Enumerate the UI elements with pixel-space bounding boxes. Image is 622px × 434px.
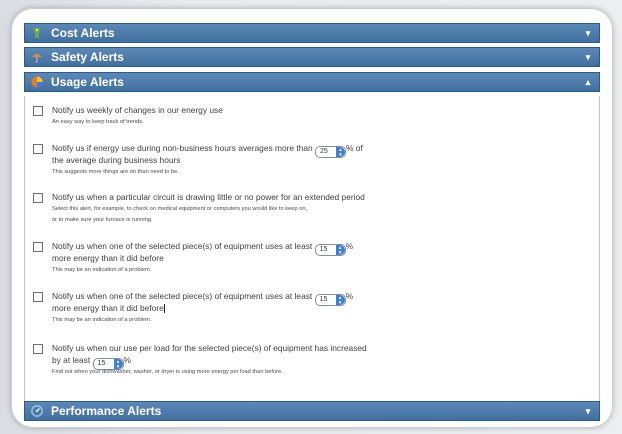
usage-alerts-title: Usage Alerts — [51, 75, 124, 89]
performance-alerts-header[interactable]: Performance Alerts ▾ — [24, 401, 600, 421]
usage-alerts-header[interactable]: Usage Alerts ▴ — [24, 72, 600, 92]
usage-alerts-panel: Notify us weekly of changes in our energ… — [24, 96, 600, 401]
alert-text-part: % — [345, 291, 354, 301]
alert-text-part: Notify us if energy use during non-busin… — [52, 143, 313, 153]
umbrella-icon — [31, 51, 43, 63]
alert-checkbox[interactable] — [33, 242, 43, 252]
alert-text-line2: more energy than it did before — [52, 253, 164, 263]
cost-alerts-header[interactable]: Cost Alerts ▾ — [24, 23, 600, 43]
alert-checkbox[interactable] — [33, 292, 43, 302]
alert-description: Find out when your dishwasher, washer, o… — [52, 369, 283, 375]
alert-description: This suggests more things are on than ne… — [52, 169, 179, 175]
alert-checkbox[interactable] — [33, 144, 43, 154]
alert-text: Notify us weekly of changes in our energ… — [52, 105, 223, 115]
alert-checkbox[interactable] — [33, 193, 43, 203]
safety-alerts-title: Safety Alerts — [51, 50, 124, 64]
pie-chart-icon — [31, 76, 43, 88]
alert-text-part: % of — [346, 143, 363, 153]
alert-text-part: Notify us when one of the selected piece… — [52, 291, 313, 301]
alert-checkbox[interactable] — [33, 106, 43, 116]
alert-description: Select this alert, for example, to check… — [52, 206, 308, 212]
text-cursor — [163, 304, 165, 313]
alert-text-part: Notify us when one of the selected piece… — [52, 241, 313, 251]
alert-text-line2: the average during business hours — [52, 155, 181, 165]
alert-description: An easy way to keep track of trends. — [52, 119, 144, 125]
alert-description: This may be an indication of a problem. — [52, 317, 152, 323]
chevron-down-icon[interactable]: ▾ — [583, 406, 593, 417]
piggy-bank-icon — [31, 27, 43, 39]
alert-text: Notify us when a particular circuit is d… — [52, 192, 365, 202]
alert-text-line2: more energy than it did before — [52, 302, 422, 314]
alert-text-part: % — [123, 355, 131, 365]
performance-alerts-title: Performance Alerts — [51, 404, 162, 418]
chevron-down-icon[interactable]: ▾ — [583, 52, 593, 63]
alerts-card: Cost Alerts ▾ Safety Alerts ▾ Usage Aler… — [11, 8, 613, 428]
alert-description-line2: or to make sure your furnace is running. — [52, 217, 153, 223]
alert-checkbox[interactable] — [33, 344, 43, 354]
chevron-up-icon[interactable]: ▴ — [583, 77, 593, 88]
cost-alerts-title: Cost Alerts — [51, 26, 115, 40]
safety-alerts-header[interactable]: Safety Alerts ▾ — [24, 47, 600, 67]
alert-description: This may be an indication of a problem. — [52, 267, 152, 273]
alert-text-part: % — [345, 241, 354, 251]
gauge-icon — [31, 405, 43, 417]
alert-text-part: by at least — [52, 355, 91, 365]
alert-text-part[interactable]: more energy than it did before — [52, 303, 164, 313]
chevron-down-icon[interactable]: ▾ — [583, 28, 593, 39]
alert-text: Notify us when our use per load for the … — [52, 343, 367, 353]
